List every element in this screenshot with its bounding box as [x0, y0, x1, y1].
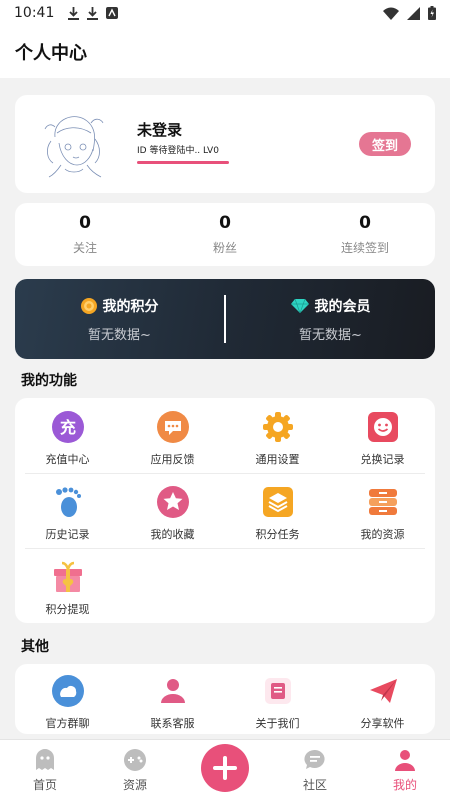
stat-following[interactable]: 0 关注 — [15, 203, 155, 266]
app-feedback-item[interactable]: 应用反馈 — [120, 410, 225, 467]
battery-icon — [428, 6, 436, 20]
item-label: 充值中心 — [45, 453, 90, 466]
stat-label: 关注 — [72, 241, 97, 255]
user-id-level: ID 等待登陆中.. LV0 — [137, 146, 219, 156]
tab-label: 资源 — [122, 778, 147, 792]
signal-icon — [407, 6, 420, 20]
member-value: 暂无数据~ — [299, 327, 362, 343]
my-favorites-item[interactable]: 我的收藏 — [120, 485, 225, 542]
tab-mine[interactable]: 我的 — [360, 740, 450, 800]
tab-resources[interactable]: 资源 — [90, 740, 180, 800]
functions-row: 历史记录 我的收藏 积分任务 我的资源 — [15, 485, 435, 542]
wifi-icon — [383, 7, 399, 20]
recharge-center-item[interactable]: 充 充值中心 — [15, 410, 120, 467]
item-label: 联系客服 — [150, 717, 195, 730]
about-icon — [261, 674, 295, 708]
stat-label: 连续签到 — [340, 241, 389, 255]
stat-value: 0 — [359, 213, 371, 233]
my-membership[interactable]: 我的会员 暂无数据~ — [226, 279, 435, 359]
user-underline — [137, 161, 229, 164]
official-group-item[interactable]: 官方群聊 — [15, 674, 120, 731]
tab-label: 社区 — [302, 778, 327, 792]
points-tasks-item[interactable]: 积分任务 — [225, 485, 330, 542]
group-chat-icon — [51, 674, 85, 708]
points-value: 暂无数据~ — [88, 327, 151, 343]
item-label: 兑换记录 — [360, 453, 405, 466]
download-icon — [87, 6, 99, 20]
tab-label: 我的 — [392, 778, 417, 792]
member-title: 我的会员 — [314, 298, 371, 315]
status-time: 10:41 — [14, 5, 55, 21]
functions-row: 充 充值中心 应用反馈 通用设置 兑换记录 — [15, 410, 435, 467]
points-withdraw-item[interactable]: 积分提现 — [15, 560, 120, 617]
functions-section-title: 我的功能 — [21, 373, 77, 389]
item-label: 官方群聊 — [45, 717, 90, 730]
page-title: 个人中心 — [15, 43, 87, 64]
user-icon — [395, 750, 415, 771]
recharge-icon: 充 — [51, 410, 85, 444]
status-bar: 10:41 — [0, 0, 450, 26]
stat-value: 0 — [79, 213, 91, 233]
diamond-icon — [290, 298, 309, 313]
download-icon — [68, 6, 80, 20]
resource-icon — [366, 485, 400, 519]
tab-community[interactable]: 社区 — [270, 740, 360, 800]
stat-fans[interactable]: 0 粉丝 — [155, 203, 295, 266]
contact-support-item[interactable]: 联系客服 — [120, 674, 225, 731]
others-card: 官方群聊 联系客服 关于我们 分享软件 — [15, 664, 435, 734]
share-icon — [366, 674, 400, 708]
item-label: 我的收藏 — [150, 528, 195, 541]
exchange-record-item[interactable]: 兑换记录 — [330, 410, 435, 467]
stat-sign-streak[interactable]: 0 连续签到 — [295, 203, 435, 266]
svg-text:充: 充 — [59, 418, 75, 437]
divider — [25, 548, 425, 549]
exchange-icon — [366, 410, 400, 444]
divider — [25, 473, 425, 474]
layers-icon — [261, 485, 295, 519]
stat-value: 0 — [219, 213, 231, 233]
tab-label: 首页 — [32, 778, 57, 792]
item-label: 分享软件 — [360, 717, 405, 730]
create-post-button[interactable] — [201, 744, 249, 792]
plus-icon — [213, 756, 237, 780]
footprint-icon — [51, 485, 85, 519]
coin-icon — [80, 297, 97, 314]
points-member-banner: 我的积分 暂无数据~ 我的会员 暂无数据~ — [15, 279, 435, 359]
gamepad-icon — [124, 749, 146, 771]
stat-label: 粉丝 — [212, 241, 237, 255]
gift-icon — [51, 560, 85, 594]
profile-card[interactable]: 未登录 ID 等待登陆中.. LV0 签到 — [15, 95, 435, 193]
points-title: 我的积分 — [102, 298, 159, 315]
item-label: 积分提现 — [45, 603, 90, 616]
sign-in-button[interactable]: 签到 — [359, 132, 411, 156]
item-label: 应用反馈 — [150, 453, 195, 466]
avatar[interactable] — [35, 107, 113, 181]
others-row: 官方群聊 联系客服 关于我们 分享软件 — [15, 674, 435, 731]
item-label: 积分任务 — [255, 528, 300, 541]
item-label: 关于我们 — [255, 717, 300, 730]
my-points[interactable]: 我的积分 暂无数据~ — [15, 279, 224, 359]
item-label: 我的资源 — [360, 528, 405, 541]
item-label: 通用设置 — [255, 453, 300, 466]
user-name[interactable]: 未登录 — [137, 119, 182, 140]
customer-service-icon — [156, 674, 190, 708]
stats-card: 0 关注 0 粉丝 0 连续签到 — [15, 203, 435, 266]
gear-icon — [261, 410, 295, 444]
page-header: 个人中心 — [0, 26, 450, 78]
notification-app-icon — [106, 7, 119, 19]
my-resources-item[interactable]: 我的资源 — [330, 485, 435, 542]
functions-card: 充 充值中心 应用反馈 通用设置 兑换记录 历史记录 我的收藏 积分任务 我的资… — [15, 398, 435, 623]
ghost-icon — [36, 749, 54, 770]
chat-icon — [304, 749, 325, 769]
item-label: 历史记录 — [45, 528, 90, 541]
feedback-icon — [156, 410, 190, 444]
about-us-item[interactable]: 关于我们 — [225, 674, 330, 731]
history-item[interactable]: 历史记录 — [15, 485, 120, 542]
functions-row: 积分提现 — [15, 560, 435, 617]
star-icon — [156, 485, 190, 519]
tab-home[interactable]: 首页 — [0, 740, 90, 800]
share-app-item[interactable]: 分享软件 — [330, 674, 435, 731]
general-settings-item[interactable]: 通用设置 — [225, 410, 330, 467]
others-section-title: 其他 — [21, 639, 49, 655]
